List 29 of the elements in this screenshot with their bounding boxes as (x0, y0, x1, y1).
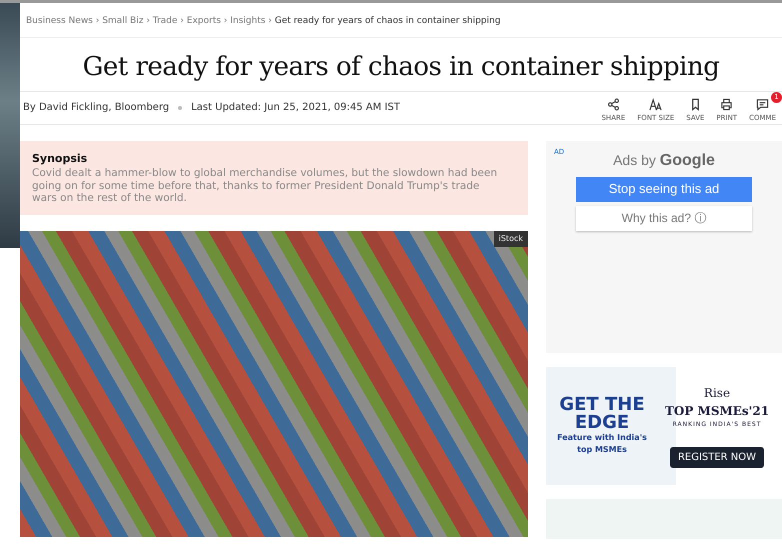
breadcrumb-link[interactable]: Small Biz (102, 16, 144, 26)
breadcrumb-current: Get ready for years of chaos in container shipping (274, 16, 501, 26)
banner-brand: Rise (702, 384, 732, 402)
comment-icon (756, 98, 770, 111)
breadcrumb-link[interactable]: Exports (186, 16, 221, 26)
font-size-icon (649, 98, 662, 111)
breadcrumb-separator: › (179, 16, 185, 26)
print-icon (720, 98, 734, 111)
breadcrumb-link[interactable]: Business News (26, 16, 93, 26)
breadcrumb-separator: › (145, 16, 151, 26)
synopsis-text: Covid dealt a hammer-blow to global merchandise volumes, but the slowdown had been going on for some time before that, thanks to former President Donald Trump's trade wars on the rest of the world. (32, 167, 498, 205)
byline: By David Fickling, Bloomberg (23, 101, 170, 116)
breadcrumb-link[interactable]: Trade (152, 16, 178, 26)
banner-title: TOP MSMEs'21 (664, 402, 770, 420)
headline: Get ready for years of chaos in container shipping (20, 36, 782, 91)
ads-by-label: Ads by Google (613, 150, 715, 171)
synopsis-title: Synopsis (32, 150, 88, 167)
breadcrumb-link[interactable]: Insights (230, 16, 266, 26)
photo-credit: iStock (494, 230, 528, 247)
breadcrumb-separator: › (94, 16, 100, 26)
register-button[interactable]: REGISTER NOW (670, 446, 764, 468)
share-icon (606, 98, 620, 111)
updated-date: Last Updated: Jun 25, 2021, 09:45 AM IST (191, 101, 400, 116)
breadcrumb-separator: › (222, 16, 228, 26)
why-ad-button[interactable]: Why this ad? ⓘ (576, 206, 752, 231)
banner-subtitle: Feature with India's top MSMEs (556, 432, 648, 456)
breadcrumb-separator: › (267, 16, 273, 26)
banner-headline: GET THE EDGE (558, 396, 646, 432)
stop-ad-button[interactable]: Stop seeing this ad (576, 176, 752, 202)
